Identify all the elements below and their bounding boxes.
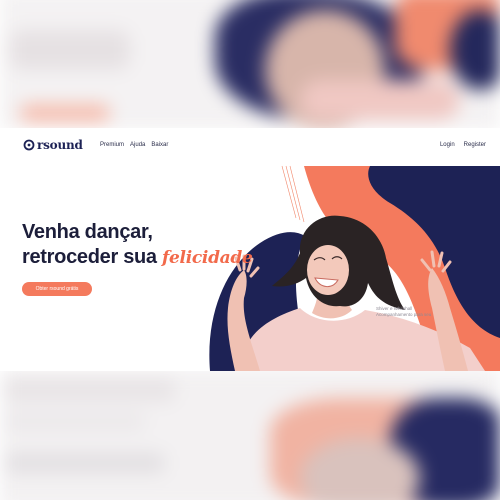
ring-logo-icon xyxy=(23,139,35,151)
blurred-backdrop-top xyxy=(0,0,500,130)
hero-line-2: retroceder sua xyxy=(22,246,157,268)
top-nav: rsound Premium Ajuda Baixar Login Regist… xyxy=(0,128,500,162)
nav-links: Premium Ajuda Baixar xyxy=(100,142,168,148)
auth-links: Login Register xyxy=(440,142,486,148)
nav-link-premium[interactable]: Premium xyxy=(100,142,124,148)
blurred-backdrop-bottom xyxy=(0,368,500,500)
page: rsound Premium Ajuda Baixar Login Regist… xyxy=(0,0,500,500)
photo-caption: Shiver e Whitehall Acompanhamento para s… xyxy=(376,306,456,318)
brand-name: rsound xyxy=(37,138,83,152)
get-rsound-free-button[interactable]: Obter rsound grátis xyxy=(22,282,92,296)
hero-heading: Venha dançar, retroceder sua felicidade xyxy=(22,220,253,271)
hero-line-1: Venha dançar, xyxy=(22,221,153,243)
login-link[interactable]: Login xyxy=(440,142,455,148)
hero-accent-word: felicidade xyxy=(162,248,253,268)
brand-logo[interactable]: rsound xyxy=(23,138,83,152)
register-link[interactable]: Register xyxy=(464,142,486,148)
nav-link-ajuda[interactable]: Ajuda xyxy=(130,142,145,148)
nav-link-baixar[interactable]: Baixar xyxy=(151,142,168,148)
hero-card: rsound Premium Ajuda Baixar Login Regist… xyxy=(0,128,500,371)
caption-line-2: Acompanhamento para seu xyxy=(376,312,432,317)
